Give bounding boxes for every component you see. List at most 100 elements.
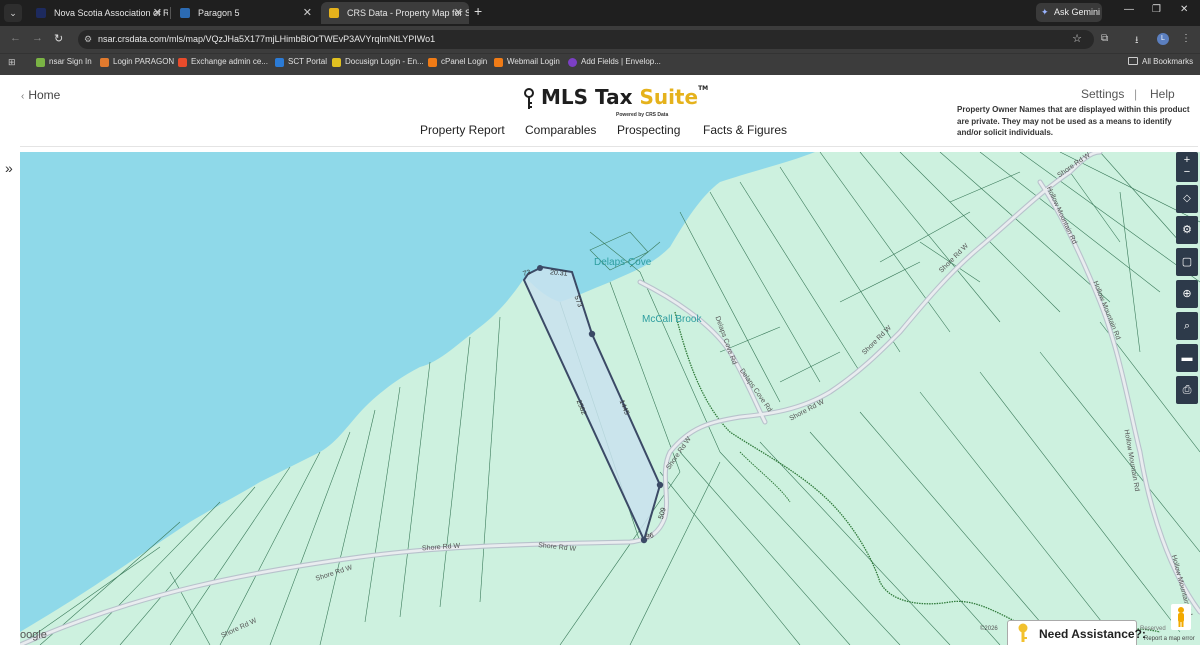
zoom-controls: + − <box>1176 152 1198 182</box>
close-tab-icon[interactable]: ✕ <box>153 2 162 24</box>
bookmark-nsar-sign-in[interactable]: nsar Sign In <box>36 57 92 67</box>
bookmark-sct-portal[interactable]: SCT Portal <box>275 57 327 67</box>
parcel-vertex <box>588 330 596 338</box>
locate-icon[interactable]: ⊕ <box>1176 280 1198 308</box>
extensions-icon[interactable]: ⧉ <box>1101 33 1108 44</box>
forward-icon[interactable]: → <box>32 32 43 44</box>
street-view-pegman-icon[interactable] <box>1171 604 1191 630</box>
paragon-favicon-icon <box>180 8 190 18</box>
bookmark-exchange-admin[interactable]: Exchange admin ce... <box>178 57 268 67</box>
crs-favicon-icon <box>329 8 339 18</box>
home-link[interactable]: ‹ Home <box>21 88 60 102</box>
tab-title: Paragon 5 <box>198 8 240 18</box>
chevron-left-icon: ‹ <box>21 91 25 102</box>
address-toolbar: ← → ↻ ⚙ nsar.crsdata.com/mls/map/VQzJHa5… <box>0 26 1200 53</box>
help-link[interactable]: Help <box>1150 87 1175 101</box>
ask-gemini-label: Ask Gemini <box>1054 7 1101 17</box>
bookmark-favicon-icon <box>332 58 341 67</box>
google-logo: oogle <box>20 629 47 641</box>
apps-grid-icon[interactable]: ⊞ <box>8 57 16 68</box>
close-window-icon[interactable]: ✕ <box>1180 4 1188 15</box>
bookmark-docusign[interactable]: Docusign Login - En... <box>332 57 424 67</box>
map-canvas <box>20 152 1200 645</box>
downloads-icon[interactable]: ⭳ <box>1135 33 1139 50</box>
nsar-favicon-icon <box>36 8 46 18</box>
reload-icon[interactable]: ↻ <box>54 32 63 45</box>
bookmark-favicon-icon <box>428 58 437 67</box>
need-assistance-label: Need Assistance?: <box>1039 627 1146 641</box>
tributary <box>739 451 791 503</box>
nav-prospecting[interactable]: Prospecting <box>617 123 680 137</box>
privacy-notice: Property Owner Names that are displayed … <box>957 105 1190 137</box>
tab-title: CRS Data - Property Map for Sh <box>347 8 469 18</box>
close-tab-icon[interactable]: ✕ <box>303 2 312 24</box>
report-map-error-link[interactable]: Report a map error <box>1144 636 1195 642</box>
parcel-vertex <box>537 265 543 271</box>
url-text: nsar.crsdata.com/mls/map/VQzJHa5X177mjLH… <box>98 34 436 44</box>
search-icon[interactable]: ⌕ <box>1176 312 1198 340</box>
bookmark-label: Add Fields | Envelop... <box>581 57 661 66</box>
property-map[interactable]: Delaps Cove McCall Brook Shore Rd W Shor… <box>20 152 1200 645</box>
need-assistance-widget[interactable]: Need Assistance?: <box>1007 620 1146 645</box>
tab-search-button[interactable]: ⌄ <box>4 4 22 22</box>
sidebar-expand-button[interactable]: » <box>5 160 13 176</box>
site-header: ‹ Home MLS Tax SuiteTM Powered by CRS Dat… <box>0 75 1200 152</box>
tab-paragon[interactable]: Paragon 5 ✕ <box>172 2 318 24</box>
map-attribution: ©2026 <box>980 626 998 632</box>
settings-link[interactable]: Settings <box>1081 87 1124 101</box>
bookmark-favicon-icon <box>100 58 109 67</box>
mls-tax-suite-logo[interactable]: MLS Tax SuiteTM Powered by CRS Data <box>523 83 708 119</box>
home-label: Home <box>28 88 61 102</box>
tab-nsar[interactable]: Nova Scotia Association of Rea ✕ <box>28 2 168 24</box>
bookmark-label: Webmail Login <box>507 57 560 66</box>
key-assist-icon <box>1018 623 1028 642</box>
measure-ruler-icon[interactable]: ▬ <box>1176 344 1198 372</box>
bookmark-label: SCT Portal <box>288 57 327 66</box>
tab-title: Nova Scotia Association of Rea <box>54 8 168 18</box>
tab-crs-data[interactable]: CRS Data - Property Map for Sh ✕ <box>321 2 469 24</box>
delaps-cove-road <box>637 279 768 425</box>
all-bookmarks-button[interactable]: All Bookmarks <box>1128 57 1193 66</box>
new-tab-icon[interactable]: + <box>474 3 482 19</box>
logo-powered-by: Powered by CRS Data <box>616 112 669 118</box>
back-icon[interactable]: ← <box>10 32 21 44</box>
header-divider <box>20 146 1198 147</box>
fullscreen-icon[interactable]: ▢ <box>1176 248 1198 276</box>
bookmark-login-paragon[interactable]: Login PARAGON <box>100 57 175 67</box>
url-bar[interactable]: ⚙ nsar.crsdata.com/mls/map/VQzJHa5X177mj… <box>78 30 1094 49</box>
bookmark-label: Docusign Login - En... <box>345 57 424 66</box>
bookmark-favicon-icon <box>178 58 187 67</box>
print-icon[interactable]: ⎙ <box>1176 376 1198 404</box>
chrome-menu-icon[interactable]: ⋮ <box>1181 33 1191 44</box>
bookmark-add-fields[interactable]: Add Fields | Envelop... <box>568 57 661 67</box>
nav-facts-figures[interactable]: Facts & Figures <box>703 123 787 137</box>
place-label-delaps-cove: Delaps Cove <box>594 257 652 268</box>
logo-trademark: TM <box>698 85 709 92</box>
profile-avatar[interactable]: L <box>1157 33 1169 45</box>
compass-icon[interactable]: ◇ <box>1176 185 1198 213</box>
logo-suite-text: Suite <box>639 85 699 109</box>
bay-water <box>20 152 815 632</box>
restore-icon[interactable]: ❐ <box>1152 4 1161 15</box>
nav-comparables[interactable]: Comparables <box>525 123 596 137</box>
bookmark-webmail[interactable]: Webmail Login <box>494 57 560 67</box>
nav-property-report[interactable]: Property Report <box>420 123 505 137</box>
bookmark-label: Login PARAGON <box>113 57 175 66</box>
place-label-mccall-brook: McCall Brook <box>642 314 702 325</box>
ask-gemini-button[interactable]: ✦ Ask Gemini <box>1036 3 1102 22</box>
logo-mls-text: MLS Tax <box>541 85 640 109</box>
gear-icon[interactable]: ⚙ <box>1176 216 1198 244</box>
close-tab-icon[interactable]: ✕ <box>454 2 463 24</box>
bookmark-cpanel[interactable]: cPanel Login <box>428 57 487 67</box>
logo-wordmark: MLS Tax SuiteTM <box>541 85 708 109</box>
zoom-in-icon[interactable]: + <box>1176 154 1198 166</box>
minimize-icon[interactable]: — <box>1124 4 1134 15</box>
parcel-vertex <box>656 481 664 489</box>
bookmark-favicon-icon <box>36 58 45 67</box>
bookmark-favicon-icon <box>494 58 503 67</box>
selected-parcel <box>522 265 662 543</box>
zoom-out-icon[interactable]: − <box>1176 166 1198 178</box>
bookmark-star-icon[interactable]: ☆ <box>1072 30 1082 49</box>
site-info-icon[interactable]: ⚙ <box>84 30 92 49</box>
key-logo-icon <box>524 88 534 109</box>
